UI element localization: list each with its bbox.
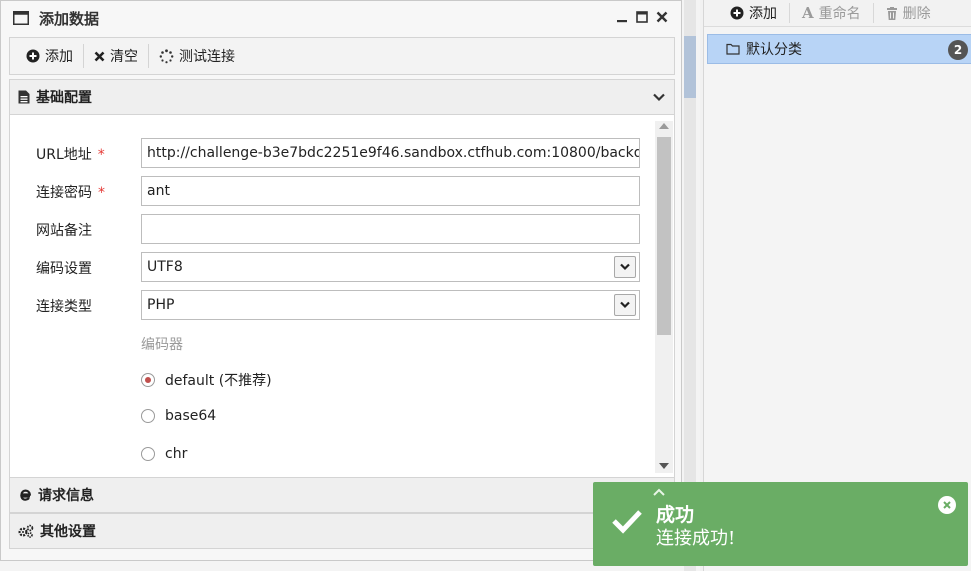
add-button[interactable]: 添加 xyxy=(16,41,83,71)
splitter-highlight xyxy=(684,36,696,98)
x-icon xyxy=(94,51,105,62)
note-label: 网站备注 xyxy=(36,223,92,239)
encoding-select-value: UTF8 xyxy=(147,259,183,275)
basic-config-form: URL地址 * http://challenge-b3e7bdc2251e9f46… xyxy=(9,115,675,477)
maximize-button[interactable] xyxy=(635,10,649,24)
radio-button[interactable] xyxy=(141,373,155,387)
spinner-icon xyxy=(159,48,174,64)
encoder-option-chr[interactable]: chr xyxy=(141,446,187,462)
section-basic-title: 基础配置 xyxy=(36,90,92,106)
maximize-icon xyxy=(636,11,648,23)
test-connection-button[interactable]: 测试连接 xyxy=(149,41,245,71)
encoder-option-base64[interactable]: base64 xyxy=(141,408,216,424)
encoder-option-default[interactable]: default (不推荐) xyxy=(141,370,272,390)
ie-icon xyxy=(18,488,32,502)
password-row: 连接密码 * ant xyxy=(10,176,660,206)
encoder-option-label: base64 xyxy=(165,408,217,424)
chevron-down-icon xyxy=(620,301,630,309)
scroll-down-arrow-icon[interactable] xyxy=(659,463,669,469)
chevron-up-icon xyxy=(653,488,665,496)
category-rename-button[interactable]: A 重命名 xyxy=(792,2,871,24)
type-dropdown-button[interactable] xyxy=(614,294,636,316)
url-label: URL地址 * xyxy=(36,147,105,163)
chevron-down-icon xyxy=(620,263,630,271)
type-label: 连接类型 xyxy=(36,299,92,315)
minimize-icon xyxy=(617,20,627,23)
scroll-up-arrow-icon[interactable] xyxy=(659,123,669,129)
required-mark: * xyxy=(97,147,105,163)
note-input[interactable] xyxy=(141,214,640,244)
url-row: URL地址 * http://challenge-b3e7bdc2251e9f46… xyxy=(10,138,660,168)
add-button-label: 添加 xyxy=(45,49,73,65)
encoding-dropdown-button[interactable] xyxy=(614,256,636,278)
encoding-row: 编码设置 UTF8 xyxy=(10,252,660,282)
clear-button[interactable]: 清空 xyxy=(84,41,148,71)
category-item-default[interactable]: 默认分类 2 xyxy=(707,34,971,64)
category-count-badge: 2 xyxy=(948,40,968,60)
type-select[interactable]: PHP xyxy=(141,290,640,320)
required-mark: * xyxy=(98,185,105,201)
category-item-label: 默认分类 xyxy=(746,42,802,58)
section-request-info[interactable]: 请求信息 xyxy=(9,477,675,513)
type-select-value: PHP xyxy=(147,297,175,313)
close-icon xyxy=(656,11,668,23)
password-label: 连接密码 * xyxy=(36,185,105,201)
password-input[interactable]: ant xyxy=(141,176,640,206)
folder-icon xyxy=(726,43,740,55)
add-data-dialog: 添加数据 添加 清空 测试连接 基础配置 URL地址 * http://chal… xyxy=(0,0,682,561)
category-delete-label: 删除 xyxy=(902,6,931,22)
radio-button[interactable] xyxy=(141,409,155,423)
note-row: 网站备注 xyxy=(10,214,660,244)
dialog-toolbar: 添加 清空 测试连接 xyxy=(9,37,675,75)
type-row: 连接类型 PHP xyxy=(10,290,660,320)
window-controls xyxy=(615,10,669,24)
plus-circle-icon xyxy=(26,49,40,63)
toast-message: 连接成功! xyxy=(656,528,736,549)
close-button[interactable] xyxy=(655,10,669,24)
encoder-option-label: default (不推荐) xyxy=(165,373,272,389)
section-basic-config[interactable]: 基础配置 xyxy=(9,79,675,115)
check-icon xyxy=(611,508,643,534)
dialog-titlebar[interactable]: 添加数据 xyxy=(1,1,681,35)
form-scrollbar[interactable] xyxy=(655,121,673,473)
gears-icon xyxy=(18,524,34,538)
toast-title: 成功 xyxy=(656,504,695,526)
toast-close-button[interactable] xyxy=(938,496,956,514)
toolbar-divider xyxy=(872,3,874,23)
section-other-settings[interactable]: 其他设置 xyxy=(9,513,675,549)
category-add-button[interactable]: 添加 xyxy=(720,2,787,24)
encoding-select[interactable]: UTF8 xyxy=(141,252,640,282)
trash-icon xyxy=(886,6,898,20)
plus-circle-icon xyxy=(730,6,744,20)
section-other-title: 其他设置 xyxy=(40,524,96,540)
category-add-label: 添加 xyxy=(749,6,777,22)
chevron-down-icon xyxy=(652,90,666,104)
encoding-label: 编码设置 xyxy=(36,261,92,277)
clear-button-label: 清空 xyxy=(110,49,138,65)
scrollbar-thumb[interactable] xyxy=(657,137,671,335)
font-icon: A xyxy=(802,4,814,22)
encoder-option-label: chr xyxy=(165,446,188,462)
category-toolbar: 添加 A 重命名 删除 xyxy=(704,0,971,27)
dialog-title: 添加数据 xyxy=(39,9,100,28)
radio-button[interactable] xyxy=(141,447,155,461)
file-text-icon xyxy=(18,90,30,104)
url-input[interactable]: http://challenge-b3e7bdc2251e9f46.sandbo… xyxy=(141,138,640,168)
window-icon xyxy=(13,11,29,25)
toolbar-divider xyxy=(789,3,790,23)
test-connection-label: 测试连接 xyxy=(179,49,235,65)
section-request-title: 请求信息 xyxy=(38,488,94,504)
success-toast: 成功 连接成功! xyxy=(593,482,968,566)
minimize-button[interactable] xyxy=(615,10,629,24)
close-icon xyxy=(943,501,951,509)
category-delete-button[interactable]: 删除 xyxy=(876,2,941,24)
category-rename-label: 重命名 xyxy=(818,6,861,22)
encoder-title: 编码器 xyxy=(141,337,183,353)
